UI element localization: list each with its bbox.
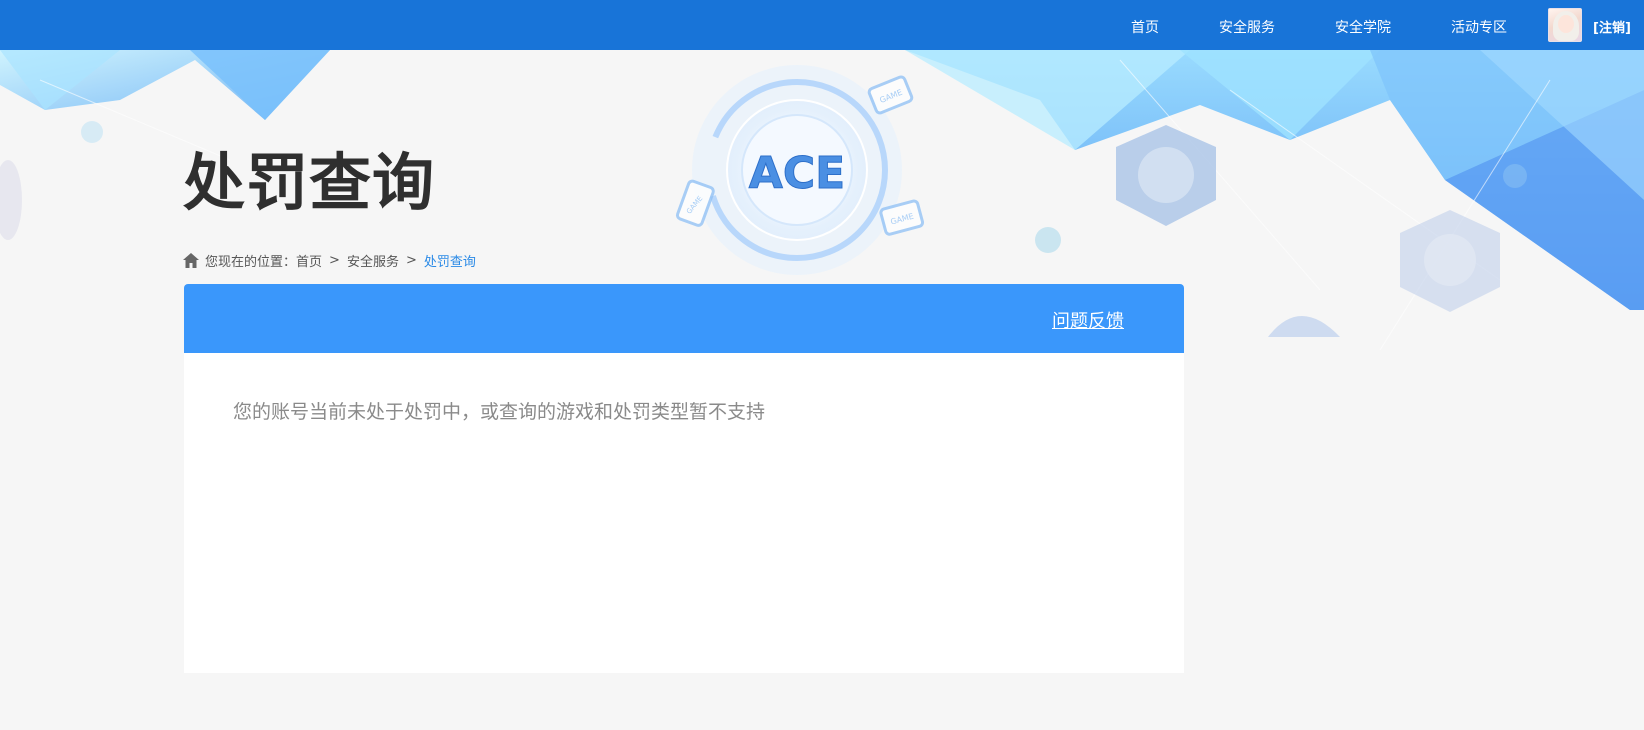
- breadcrumb-separator: >: [329, 253, 340, 268]
- breadcrumb-separator: >: [405, 253, 417, 268]
- nav-item-security-service[interactable]: 安全服务: [1219, 17, 1275, 37]
- breadcrumb-security-service[interactable]: 安全服务: [347, 251, 399, 270]
- empty-result-message: 您的账号当前未处于处罚中，或查询的游戏和处罚类型暂不支持: [233, 401, 766, 423]
- home-icon: [183, 253, 199, 268]
- avatar[interactable]: [1548, 8, 1582, 42]
- nav-item-security-academy[interactable]: 安全学院: [1335, 17, 1391, 37]
- breadcrumb: 您现在的位置： 首页 > 安全服务 > 处罚查询: [183, 251, 476, 270]
- page: 首页 安全服务 安全学院 活动专区 [注销] ACE GAME GAME GAM…: [0, 0, 1644, 730]
- feedback-link[interactable]: 问题反馈: [1052, 307, 1124, 333]
- top-navigation-bar: 首页 安全服务 安全学院 活动专区 [注销]: [0, 0, 1644, 50]
- avatar-face: [1558, 15, 1574, 33]
- breadcrumb-prefix: 您现在的位置：: [205, 255, 297, 270]
- breadcrumb-home[interactable]: 首页: [296, 251, 322, 270]
- logout-link[interactable]: [注销]: [1593, 17, 1631, 36]
- card-body: 您的账号当前未处于处罚中，或查询的游戏和处罚类型暂不支持: [184, 353, 1184, 468]
- ace-logo: ACE: [749, 148, 845, 199]
- result-card: 问题反馈 您的账号当前未处于处罚中，或查询的游戏和处罚类型暂不支持: [184, 284, 1184, 673]
- breadcrumb-current: 处罚查询: [423, 255, 476, 270]
- card-header: 问题反馈: [184, 284, 1184, 353]
- nav-item-events[interactable]: 活动专区: [1451, 17, 1507, 37]
- page-title: 处罚查询: [183, 146, 436, 219]
- nav-item-home[interactable]: 首页: [1131, 17, 1159, 37]
